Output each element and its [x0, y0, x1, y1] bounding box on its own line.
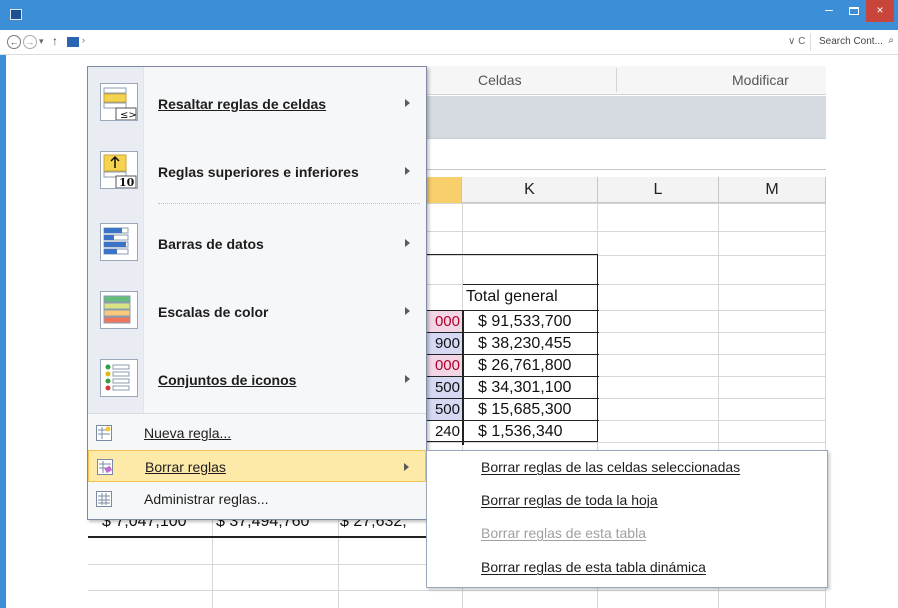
- total-value-cell[interactable]: $ 34,301,100: [463, 376, 599, 398]
- menu-item-new-rule[interactable]: Nueva regla...: [88, 417, 426, 449]
- menu-item-color-scales[interactable]: Escalas de color: [88, 279, 426, 345]
- menu-item-label: Barras de datos: [158, 236, 264, 252]
- ribbon-divider: [616, 68, 617, 92]
- pivot-cell-j[interactable]: 900: [426, 332, 462, 354]
- column-header-m[interactable]: M: [719, 177, 826, 203]
- pivot-cell-j[interactable]: 240: [426, 420, 462, 444]
- search-icon[interactable]: ⌕: [888, 35, 894, 46]
- menu-item-data-bars[interactable]: Barras de datos: [88, 211, 426, 277]
- ribbon-group-modify[interactable]: Modificar: [732, 72, 789, 88]
- column-headers: K L M: [420, 177, 826, 203]
- new-rule-icon: [96, 425, 112, 441]
- column-header-k[interactable]: K: [462, 177, 598, 203]
- total-value-cell[interactable]: $ 15,685,300: [463, 398, 599, 420]
- menu-item-label: Borrar reglas: [145, 459, 226, 475]
- submenu-clear-pivot-table[interactable]: Borrar reglas de esta tabla dinámica: [481, 559, 706, 583]
- menu-item-label: Reglas superiores e inferiores: [158, 164, 359, 180]
- maximize-icon: [849, 7, 859, 15]
- menu-item-label: Escalas de color: [158, 304, 269, 320]
- grand-total-rule: [88, 536, 428, 538]
- menu-item-label: Nueva regla...: [144, 425, 232, 441]
- address-bar: ← → ▾ ↑ › ∨ C Search Cont... ⌕: [0, 30, 898, 55]
- close-button[interactable]: ×: [866, 0, 894, 22]
- total-value-cell[interactable]: $ 91,533,700: [463, 310, 599, 332]
- submenu-clear-selected-cells[interactable]: Borrar reglas de las celdas seleccionada…: [481, 459, 740, 483]
- menu-item-icon-sets[interactable]: Conjuntos de iconos: [88, 347, 426, 413]
- formula-bar[interactable]: [420, 140, 826, 170]
- data-bars-icon: [100, 223, 138, 261]
- search-input[interactable]: Search Cont... ⌕: [810, 33, 896, 51]
- menu-item-top-bottom-rules[interactable]: 10 Reglas superiores e inferiores: [88, 139, 426, 205]
- pivot-cell-j[interactable]: 500: [426, 398, 462, 420]
- color-scales-icon: [100, 291, 138, 329]
- clear-rules-submenu: Borrar reglas de las celdas seleccionada…: [426, 450, 828, 588]
- location-icon: [67, 37, 79, 47]
- minimize-button[interactable]: –: [815, 0, 843, 24]
- conditional-formatting-menu: ≤> Resaltar reglas de celdas 10 Reglas s…: [87, 66, 427, 520]
- pivot-cell-j[interactable]: 500: [426, 376, 462, 398]
- total-value-cell[interactable]: $ 1,536,340: [463, 420, 599, 442]
- refresh-icon[interactable]: ∨ C: [788, 36, 805, 47]
- total-value-cell[interactable]: $ 26,761,800: [463, 354, 599, 376]
- column-header-l[interactable]: L: [598, 177, 719, 203]
- maximize-button[interactable]: [843, 0, 866, 24]
- menu-item-label: Conjuntos de iconos: [158, 372, 297, 388]
- highlight-cells-rules-icon: ≤>: [100, 83, 138, 121]
- menu-item-manage-rules[interactable]: Administrar reglas...: [88, 483, 426, 515]
- submenu-arrow-icon: [405, 167, 410, 175]
- clear-rules-icon: [97, 459, 113, 475]
- icon-sets-icon: [100, 359, 138, 397]
- up-icon[interactable]: ↑: [52, 34, 58, 48]
- menu-separator: [88, 413, 426, 414]
- breadcrumb-chevron-icon[interactable]: ›: [82, 35, 85, 45]
- submenu-arrow-icon: [405, 307, 410, 315]
- svg-text:≤>: ≤>: [120, 110, 137, 121]
- app-icon[interactable]: [10, 9, 22, 20]
- submenu-arrow-icon: [405, 239, 410, 247]
- history-dropdown-icon[interactable]: ▾: [39, 36, 44, 47]
- menu-item-clear-rules[interactable]: Borrar reglas: [88, 450, 426, 482]
- submenu-clear-entire-sheet[interactable]: Borrar reglas de toda la hoja: [481, 492, 658, 516]
- pivot-cell-j[interactable]: 000: [426, 354, 462, 376]
- menu-item-highlight-rules[interactable]: ≤> Resaltar reglas de celdas: [88, 71, 426, 137]
- submenu-arrow-icon: [404, 463, 409, 471]
- ribbon-group-labels: Celdas Modificar: [420, 66, 826, 95]
- ribbon-group-cells[interactable]: Celdas: [478, 72, 522, 88]
- svg-text:10: 10: [119, 176, 135, 189]
- manage-rules-icon: [96, 491, 112, 507]
- menu-item-label: Resaltar reglas de celdas: [158, 96, 327, 112]
- pivot-cell-j[interactable]: 000: [426, 310, 462, 332]
- ribbon-band: [420, 96, 826, 139]
- menu-item-label: Administrar reglas...: [144, 491, 269, 507]
- back-icon[interactable]: ←: [7, 35, 21, 49]
- title-bar: – ×: [0, 0, 898, 30]
- submenu-arrow-icon: [405, 99, 410, 107]
- total-general-header[interactable]: Total general: [463, 284, 599, 310]
- menu-separator: [158, 203, 420, 204]
- forward-icon[interactable]: →: [23, 35, 37, 49]
- submenu-clear-this-table: Borrar reglas de esta tabla: [481, 525, 646, 541]
- total-value-cell[interactable]: $ 38,230,455: [463, 332, 599, 354]
- submenu-arrow-icon: [405, 375, 410, 383]
- search-placeholder: Search Cont...: [819, 36, 883, 47]
- top-bottom-rules-icon: 10: [100, 151, 138, 189]
